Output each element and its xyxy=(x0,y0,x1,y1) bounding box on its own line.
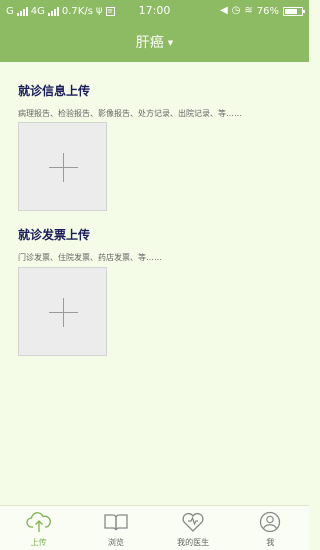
section-visit-info: 就诊信息上传 病理报告、检验报告、影像报告、处方记录、出院记录、等…… xyxy=(18,82,298,119)
tab-upload[interactable]: 上传 xyxy=(0,506,77,550)
section-description: 门诊发票、住院发票、药店发票、等…… xyxy=(18,253,162,262)
disease-selector[interactable]: 肝癌 xyxy=(136,32,164,52)
chevron-down-icon[interactable]: ▼ xyxy=(168,39,173,47)
tab-label: 上传 xyxy=(30,538,47,547)
battery-percent: 76% xyxy=(256,5,279,17)
tab-me[interactable]: 我 xyxy=(232,506,309,550)
tab-browse[interactable]: 浏览 xyxy=(77,506,154,550)
tab-label: 我 xyxy=(266,538,275,547)
section-description: 病理报告、检验报告、影像报告、处方记录、出院记录、等…… xyxy=(18,109,242,118)
cloud-upload-icon xyxy=(25,512,51,532)
book-icon xyxy=(104,514,128,531)
section-invoice: 就诊发票上传 门诊发票、住院发票、药店发票、等…… xyxy=(18,226,298,263)
section-title: 就诊发票上传 xyxy=(18,228,91,242)
header-bar: 肝癌 ▼ xyxy=(0,22,309,62)
heart-stethoscope-icon xyxy=(182,512,204,532)
status-bar: G 4G 0.7K/s ψ ≡ 17:00 ◀ ◷ ≋ 76% xyxy=(0,0,309,22)
tab-label: 我的医生 xyxy=(177,538,210,547)
tab-label: 浏览 xyxy=(107,538,124,547)
visit-info-upload-button[interactable] xyxy=(18,122,107,211)
status-right: ◀ ◷ ≋ 76% xyxy=(219,0,305,22)
bottom-tab-bar: 上传 浏览 我的医生 我 xyxy=(0,505,309,550)
wifi-icon: ≋ xyxy=(244,5,253,16)
tab-my-doctor[interactable]: 我的医生 xyxy=(155,506,232,550)
invoice-upload-button[interactable] xyxy=(18,267,107,356)
user-icon xyxy=(260,511,281,533)
alarm-icon: ◷ xyxy=(231,5,241,16)
battery-icon xyxy=(283,6,305,16)
section-title: 就诊信息上传 xyxy=(18,84,91,98)
mute-icon: ◀ xyxy=(219,5,228,16)
